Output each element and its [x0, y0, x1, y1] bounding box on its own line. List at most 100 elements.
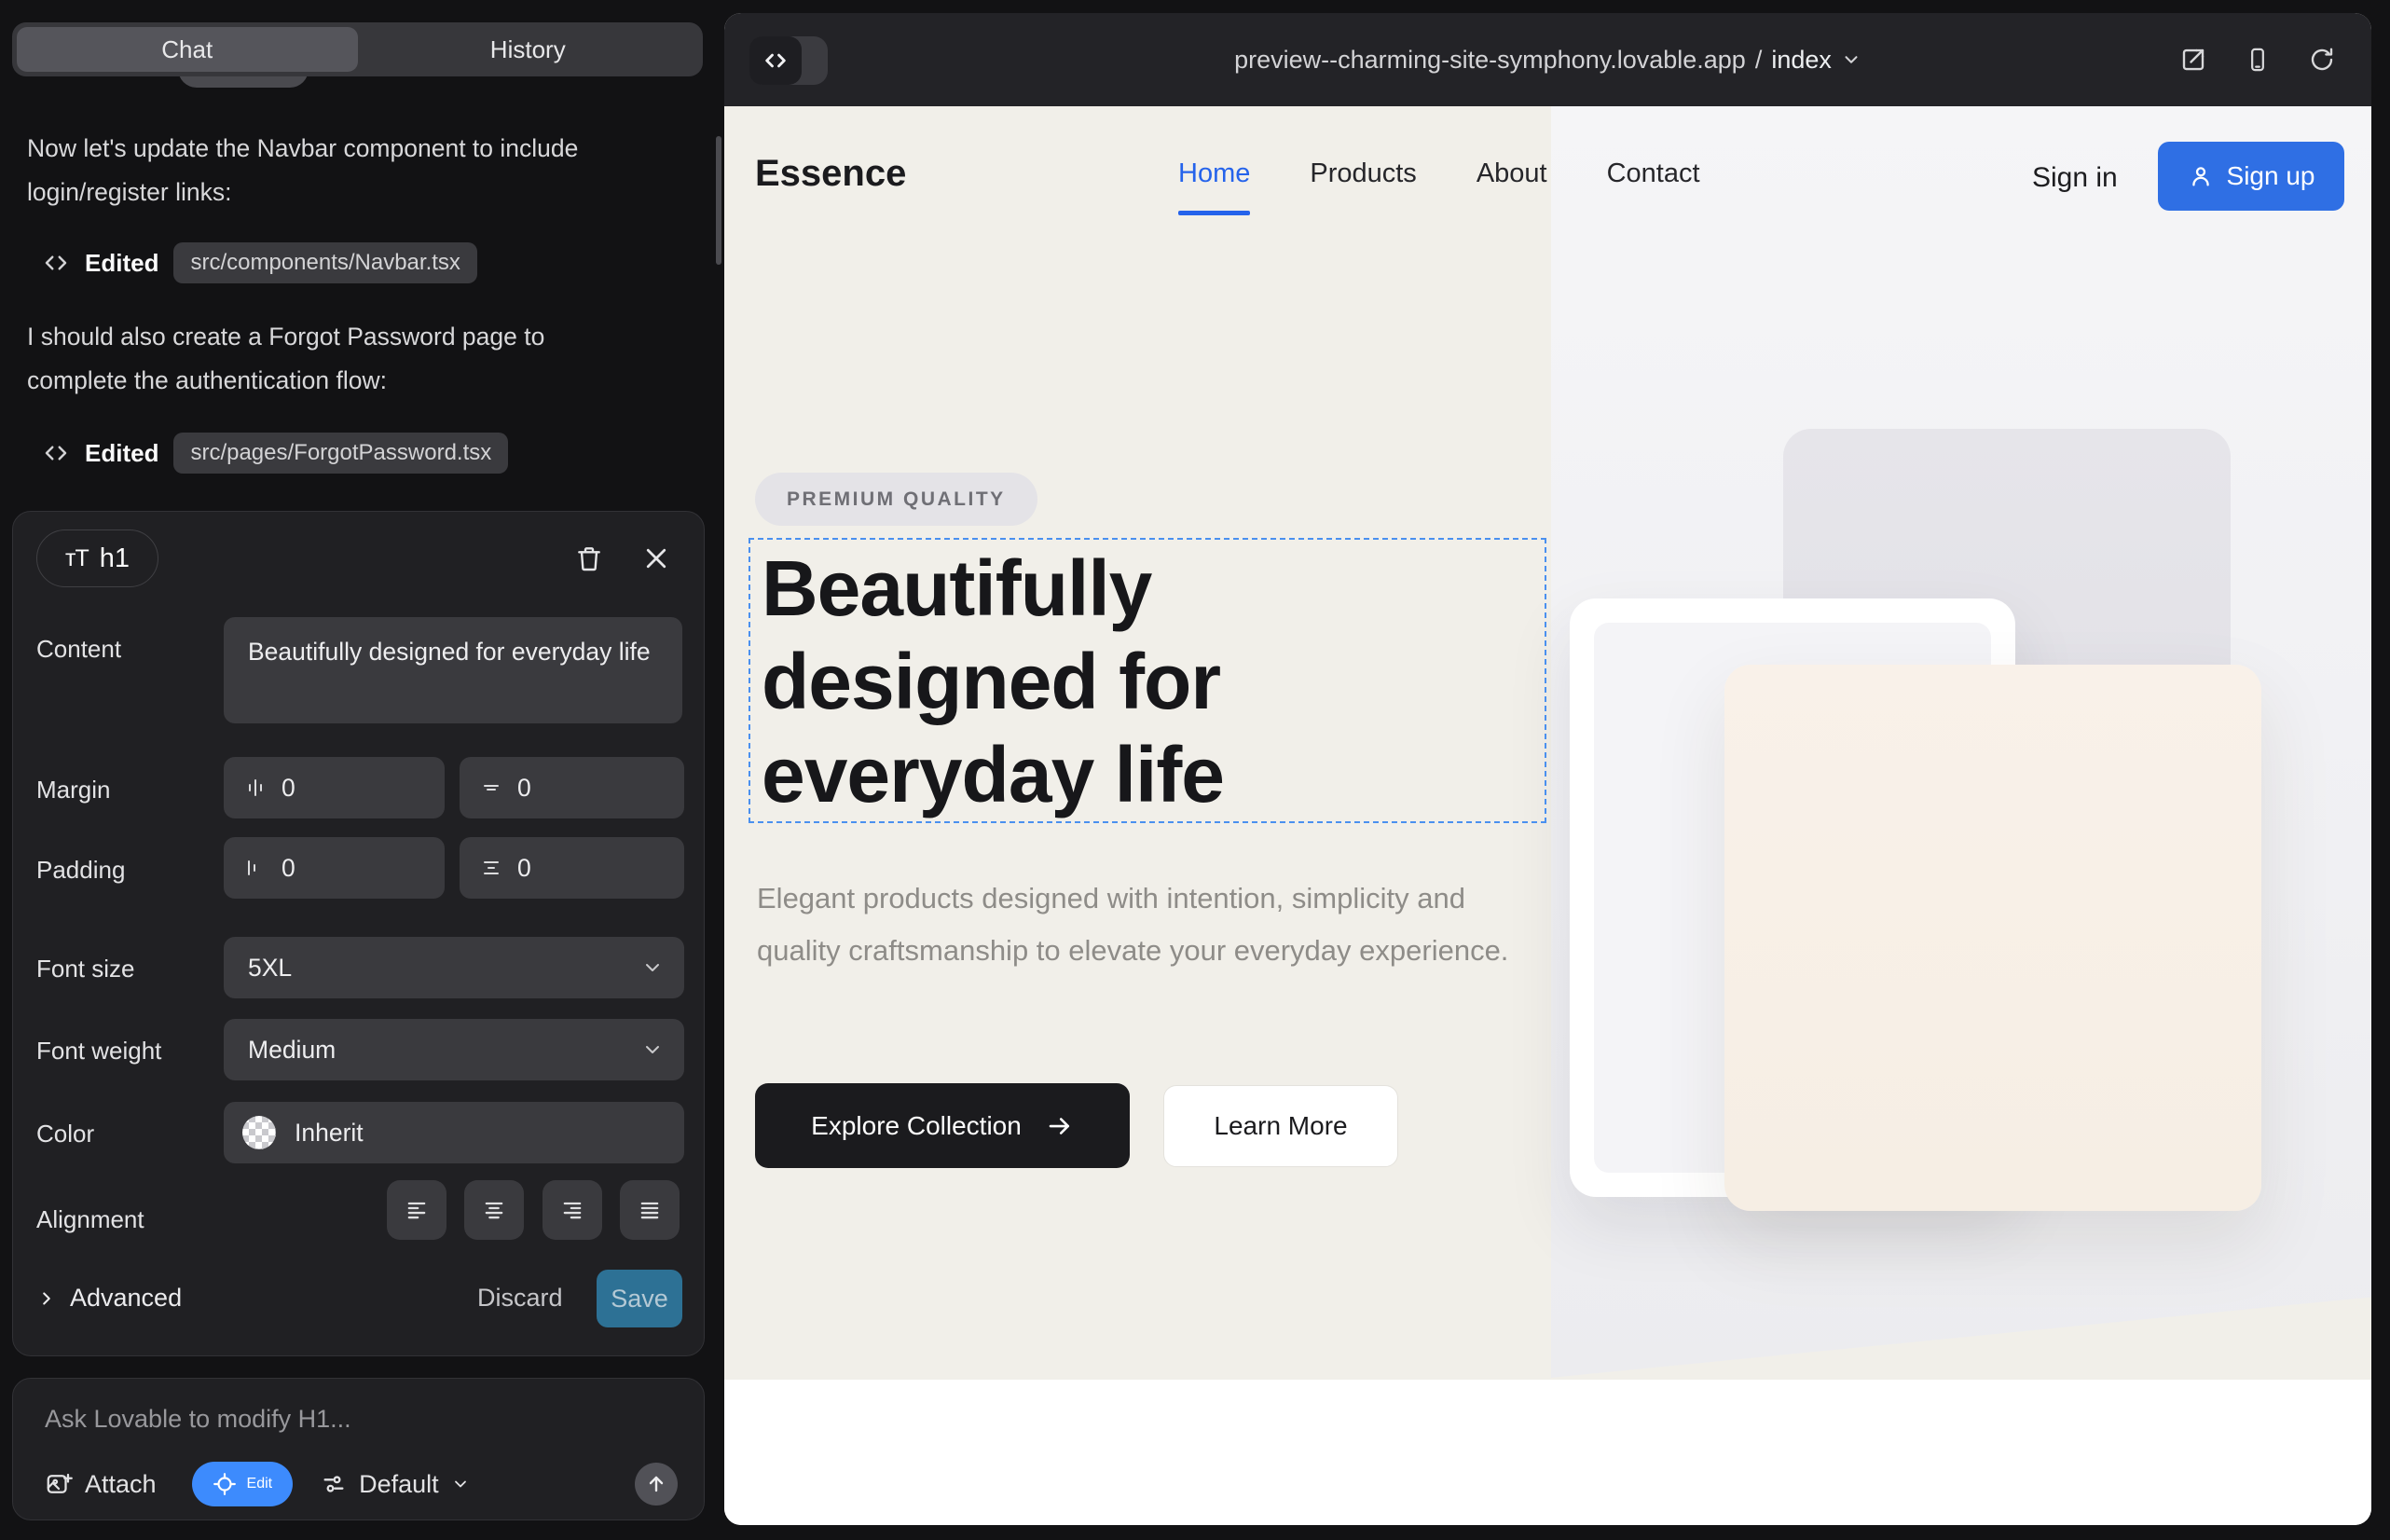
site-page: Essence Home Products About Contact Sign… [724, 106, 2371, 1525]
nav-about[interactable]: About [1477, 158, 1547, 189]
padding-vertical-icon [480, 857, 502, 879]
align-left-button[interactable] [387, 1180, 446, 1240]
composer-toolbar: Attach Edit Default [45, 1461, 678, 1507]
browser-bar: preview--charming-site-symphony.lovable.… [724, 13, 2371, 106]
site-logo[interactable]: Essence [755, 153, 906, 195]
composer-input[interactable]: Ask Lovable to modify H1... [45, 1405, 351, 1434]
font-size-label: Font size [36, 955, 135, 983]
edited-label: Edited [85, 249, 158, 278]
file-path-badge[interactable]: src/pages/ForgotPassword.tsx [173, 433, 508, 474]
font-size-select[interactable]: 5XL [224, 937, 684, 998]
file-path-badge[interactable]: src/components/Navbar.tsx [173, 242, 476, 283]
model-selector[interactable]: Default [321, 1470, 470, 1499]
chevron-down-icon [641, 956, 664, 979]
arrow-up-icon [645, 1473, 667, 1495]
element-tag: h1 [100, 543, 130, 574]
selected-element-pill[interactable]: тT h1 [36, 529, 158, 587]
close-panel-button[interactable] [638, 540, 675, 577]
sliders-icon [321, 1471, 347, 1497]
sign-up-button[interactable]: Sign up [2158, 142, 2344, 211]
url-bar[interactable]: preview--charming-site-symphony.lovable.… [724, 13, 2371, 106]
padding-y-value: 0 [517, 854, 531, 883]
attach-button[interactable]: Attach [45, 1470, 157, 1499]
save-button[interactable]: Save [597, 1270, 682, 1327]
learn-more-button[interactable]: Learn More [1163, 1085, 1398, 1167]
align-center-icon [481, 1197, 507, 1223]
color-select[interactable]: Inherit [224, 1102, 684, 1163]
align-center-button[interactable] [464, 1180, 524, 1240]
margin-y-value: 0 [517, 774, 531, 803]
edit-mode-button[interactable]: Edit [192, 1462, 294, 1506]
margin-horizontal-icon [244, 777, 267, 799]
explore-collection-label: Explore Collection [811, 1111, 1022, 1141]
alignment-label: Alignment [36, 1205, 144, 1234]
hero-heading[interactable]: Beautifully designed for everyday life [762, 542, 1414, 821]
align-justify-button[interactable] [620, 1180, 680, 1240]
content-input[interactable]: Beautifully designed for everyday life [224, 617, 682, 723]
color-value: Inherit [295, 1119, 364, 1148]
edit-label: Edit [247, 1476, 273, 1492]
delete-element-button[interactable] [570, 540, 608, 577]
refresh-icon[interactable] [2308, 46, 2336, 74]
tab-history[interactable]: History [358, 27, 699, 72]
lovable-app: { "sidebar": { "tabs": { "chat": "Chat",… [0, 0, 2390, 1540]
send-button[interactable] [635, 1463, 678, 1506]
edited-label: Edited [85, 439, 158, 468]
padding-x-input[interactable]: 0 [224, 837, 445, 899]
chevron-down-icon [641, 1038, 664, 1061]
padding-x-value: 0 [282, 854, 295, 883]
preview-window: preview--charming-site-symphony.lovable.… [724, 13, 2371, 1525]
margin-vertical-icon [480, 777, 502, 799]
font-weight-label: Font weight [36, 1037, 161, 1066]
url-separator: / [1755, 46, 1763, 75]
margin-label: Margin [36, 776, 110, 804]
code-icon [42, 249, 70, 277]
advanced-toggle[interactable]: Advanced [36, 1284, 182, 1313]
content-label: Content [36, 635, 121, 664]
site-header: Essence Home Products About Contact Sign… [724, 106, 2371, 248]
align-justify-icon [637, 1197, 663, 1223]
nav-home[interactable]: Home [1178, 158, 1250, 189]
model-label: Default [359, 1470, 439, 1499]
chevron-down-icon [451, 1475, 470, 1493]
sidebar-tabs: Chat History [12, 22, 703, 76]
nav-products[interactable]: Products [1310, 158, 1416, 189]
sign-in-link[interactable]: Sign in [2032, 162, 2118, 194]
sidebar-scrollbar[interactable] [716, 136, 721, 265]
chat-message: Now let's update the Navbar component to… [27, 127, 605, 214]
tab-chat[interactable]: Chat [17, 27, 358, 72]
mobile-view-icon[interactable] [2245, 47, 2271, 73]
explore-collection-button[interactable]: Explore Collection [755, 1083, 1130, 1168]
nav-contact[interactable]: Contact [1607, 158, 1700, 189]
margin-x-value: 0 [282, 774, 295, 803]
hero-cta-row: Explore Collection Learn More [755, 1083, 1398, 1168]
padding-horizontal-icon [244, 857, 267, 879]
h1-selection-outline[interactable]: Beautifully designed for everyday life [749, 538, 1546, 823]
chat-sidebar: Chat History Now let's update the Navbar… [0, 0, 710, 1540]
target-icon [213, 1472, 237, 1496]
align-right-button[interactable] [543, 1180, 602, 1240]
edited-file-row[interactable]: Edited src/components/Navbar.tsx [42, 241, 477, 285]
site-nav: Home Products About Contact [1178, 158, 1700, 189]
type-icon: тT [65, 545, 89, 572]
chevron-down-icon [1841, 49, 1861, 70]
open-external-icon[interactable] [2179, 46, 2207, 74]
chat-message: I should also create a Forgot Password p… [27, 315, 605, 403]
user-icon [2188, 163, 2214, 189]
discard-button[interactable]: Discard [477, 1284, 563, 1313]
trash-icon [574, 543, 604, 573]
padding-y-input[interactable]: 0 [460, 837, 684, 899]
margin-x-input[interactable]: 0 [224, 757, 445, 818]
url-path: index [1771, 46, 1832, 75]
attach-image-icon [45, 1470, 73, 1498]
code-icon [42, 439, 70, 467]
hero-paragraph: Elegant products designed with intention… [757, 873, 1512, 977]
font-weight-select[interactable]: Medium [224, 1019, 684, 1080]
hero-card-beige [1724, 665, 2261, 1211]
edited-file-row[interactable]: Edited src/pages/ForgotPassword.tsx [42, 431, 508, 475]
advanced-label: Advanced [70, 1284, 182, 1313]
margin-y-input[interactable]: 0 [460, 757, 684, 818]
font-size-value: 5XL [248, 954, 292, 983]
url-host: preview--charming-site-symphony.lovable.… [1234, 46, 1746, 75]
align-right-icon [559, 1197, 585, 1223]
